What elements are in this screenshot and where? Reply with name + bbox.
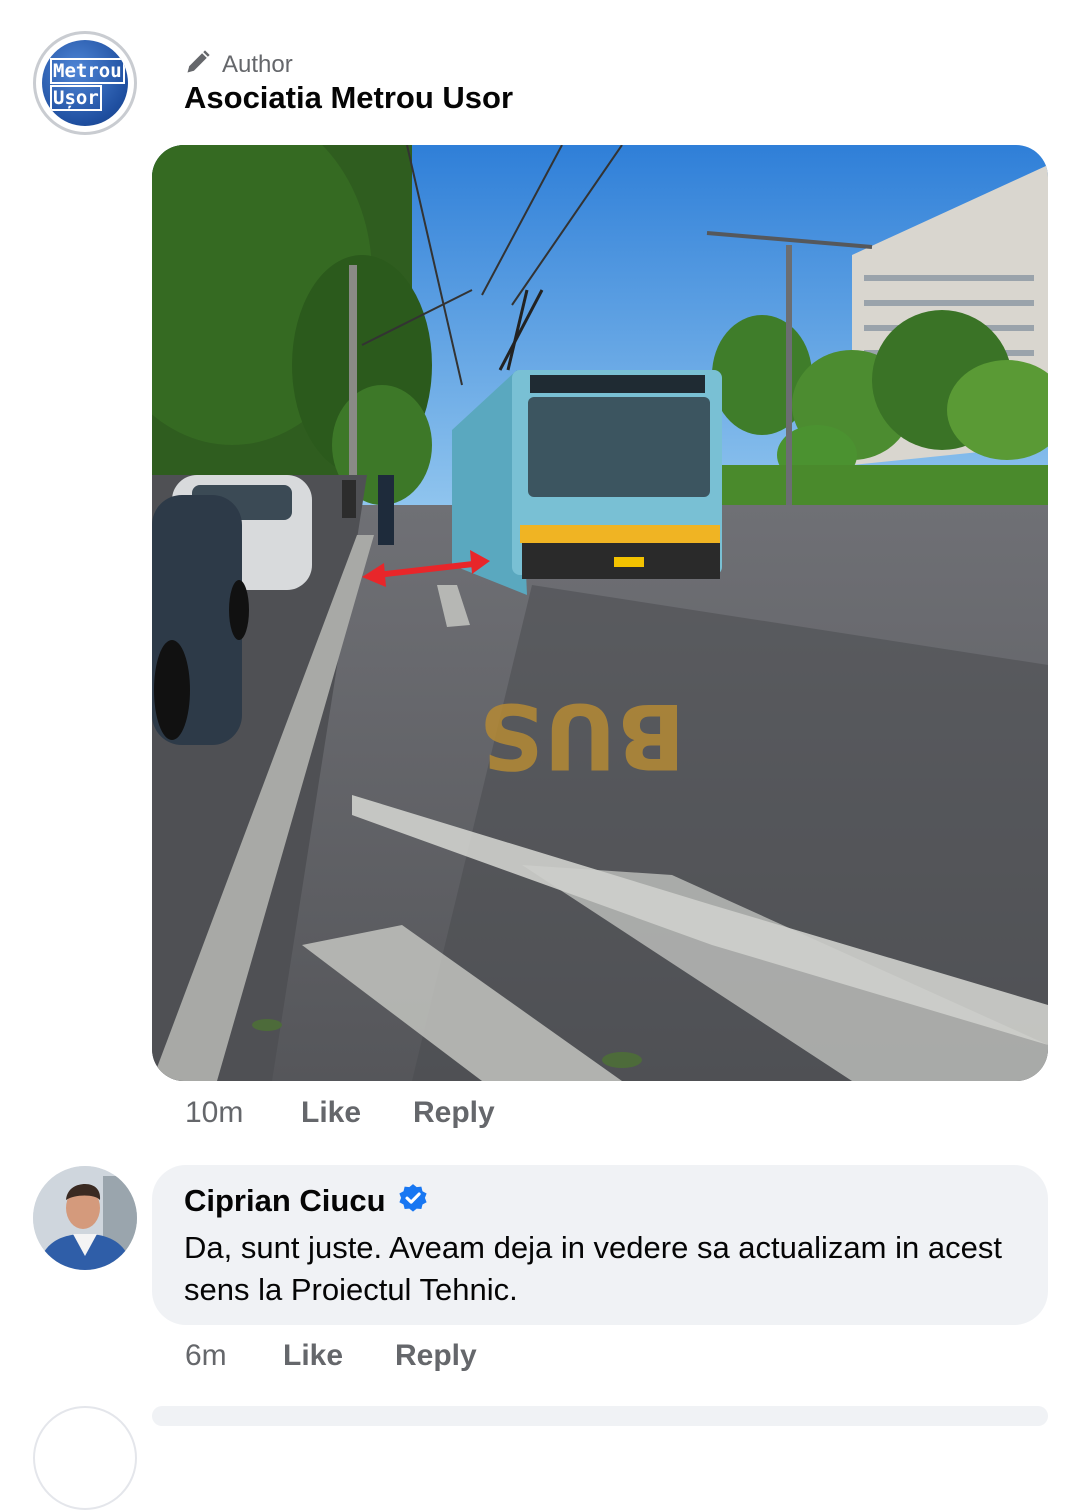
post-meta-row: 10m Like Reply bbox=[185, 1096, 495, 1130]
commenter-avatar[interactable] bbox=[33, 1166, 137, 1270]
next-comment-bubble bbox=[152, 1406, 1048, 1426]
logo-text-line1: Metrou bbox=[50, 58, 125, 84]
comment-like-button[interactable]: Like bbox=[283, 1339, 395, 1373]
reply-button[interactable]: Reply bbox=[413, 1096, 495, 1130]
pencil-icon bbox=[184, 48, 212, 83]
bus-stop-street-photo: BUS bbox=[152, 145, 1048, 1081]
metrou-usor-logo: Metrou Ușor bbox=[42, 40, 128, 126]
post-timestamp[interactable]: 10m bbox=[185, 1096, 301, 1130]
commenter-name[interactable]: Ciprian Ciucu bbox=[184, 1183, 386, 1219]
next-comment-avatar bbox=[33, 1406, 137, 1510]
comment-meta-row: 6m Like Reply bbox=[185, 1339, 477, 1373]
author-badge: Author bbox=[184, 48, 293, 83]
comment-timestamp[interactable]: 6m bbox=[185, 1339, 283, 1373]
bus-lane-marking: BUS bbox=[479, 683, 686, 788]
commenter-photo bbox=[33, 1166, 137, 1270]
comment-text: Da, sunt juste. Aveam deja in vedere sa … bbox=[184, 1230, 1002, 1307]
comment-bubble: Ciprian Ciucu Da, sunt juste. Aveam deja… bbox=[152, 1165, 1048, 1325]
like-button[interactable]: Like bbox=[301, 1096, 413, 1130]
author-badge-label: Author bbox=[222, 51, 293, 78]
verified-badge-icon bbox=[396, 1182, 430, 1221]
post-photo[interactable]: BUS bbox=[152, 145, 1048, 1081]
author-avatar[interactable]: Metrou Ușor bbox=[33, 31, 137, 135]
author-name[interactable]: Asociatia Metrou Usor bbox=[184, 80, 513, 116]
logo-text-line2: Ușor bbox=[50, 85, 102, 111]
comment-reply-button[interactable]: Reply bbox=[395, 1339, 477, 1373]
